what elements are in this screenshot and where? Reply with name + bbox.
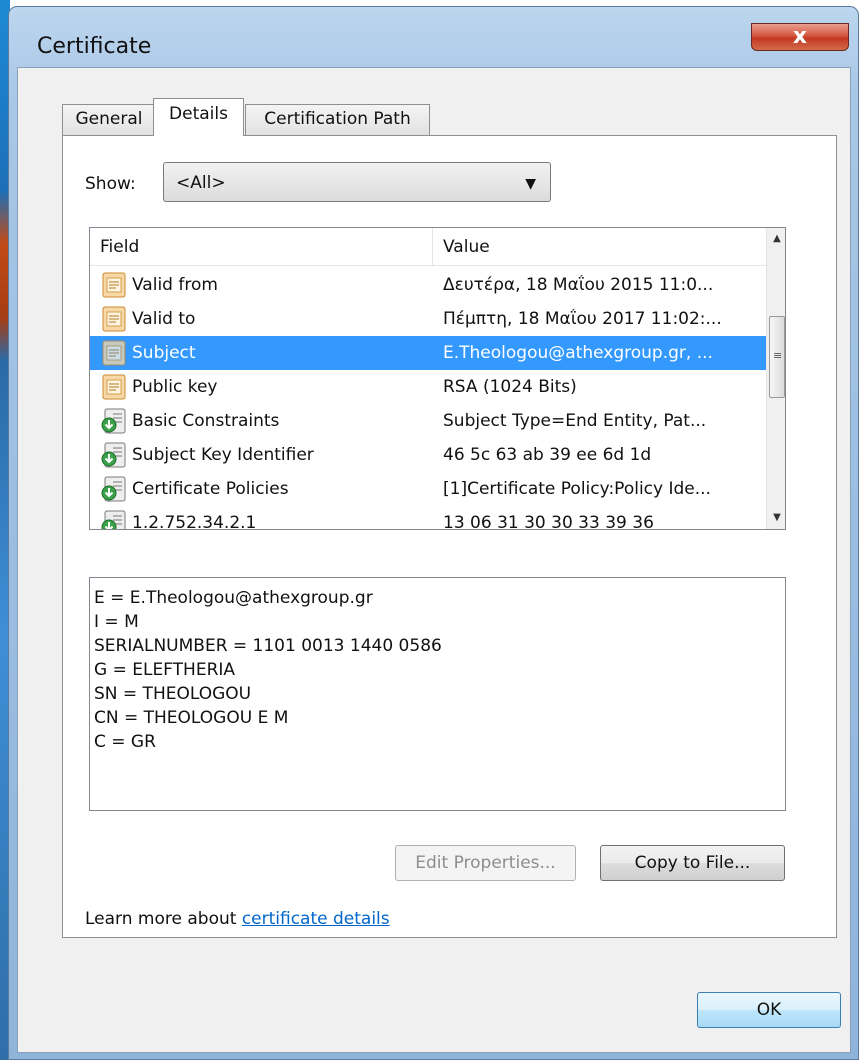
field-value-text[interactable]: E = E.Theologou@athexgroup.gr I = M SERIAL… bbox=[89, 577, 786, 811]
tab-certification-path[interactable]: Certification Path bbox=[245, 104, 430, 135]
extension-icon bbox=[100, 509, 128, 529]
list-scrollbar[interactable]: ▲ ≡ ▼ bbox=[766, 228, 785, 529]
extension-icon bbox=[100, 441, 128, 469]
window-title: Certificate bbox=[37, 34, 152, 59]
show-label: Show: bbox=[85, 174, 136, 194]
table-row[interactable]: Public key RSA (1024 Bits) bbox=[90, 370, 766, 404]
detail-line: E = E.Theologou@athexgroup.gr bbox=[94, 588, 373, 608]
document-icon bbox=[100, 339, 128, 367]
table-row[interactable]: Certificate Policies [1]Certificate Polic… bbox=[90, 472, 766, 506]
row-field: Subject Key Identifier bbox=[132, 445, 314, 465]
field-list[interactable]: Field Value Valid from Δευτέρα, 18 Μαΐου … bbox=[89, 227, 786, 530]
row-value: RSA (1024 Bits) bbox=[443, 377, 577, 397]
copy-to-file-button[interactable]: Copy to File... bbox=[600, 845, 785, 881]
row-value: [1]Certificate Policy:Policy Ide... bbox=[443, 479, 711, 499]
certificate-details-link[interactable]: certificate details bbox=[242, 909, 390, 929]
edit-properties-button[interactable]: Edit Properties... bbox=[395, 845, 576, 881]
extension-icon bbox=[100, 475, 128, 503]
row-field: 1.2.752.34.2.1 bbox=[132, 513, 257, 530]
dialog-client-area: General Details Certification Path Show:… bbox=[17, 67, 851, 1053]
scrollbar-thumb[interactable]: ≡ bbox=[769, 316, 785, 398]
extension-icon bbox=[100, 407, 128, 435]
tab-details[interactable]: Details bbox=[153, 98, 244, 136]
table-row[interactable]: Valid to Πέμπτη, 18 Μαΐου 2017 11:02:... bbox=[90, 302, 766, 336]
row-value: E.Theologou@athexgroup.gr, ... bbox=[443, 343, 713, 363]
row-field: Certificate Policies bbox=[132, 479, 289, 499]
detail-line: SN = THEOLOGOU bbox=[94, 684, 252, 704]
column-header-field[interactable]: Field bbox=[90, 228, 433, 266]
chevron-down-icon: ▼ bbox=[525, 176, 536, 192]
column-header-value[interactable]: Value bbox=[433, 228, 766, 266]
certificate-window: Certificate x General Details Certificat… bbox=[8, 6, 859, 1060]
row-value: Δευτέρα, 18 Μαΐου 2015 11:0... bbox=[443, 275, 714, 295]
table-row[interactable]: 1.2.752.34.2.1 13 06 31 30 30 33 39 36 bbox=[90, 506, 766, 530]
row-value: 13 06 31 30 30 33 39 36 bbox=[443, 513, 654, 530]
table-row[interactable]: Subject Key Identifier 46 5c 63 ab 39 ee … bbox=[90, 438, 766, 472]
document-icon bbox=[100, 373, 128, 401]
scroll-up-icon[interactable]: ▲ bbox=[767, 228, 785, 250]
grip-icon: ≡ bbox=[773, 349, 783, 362]
row-field: Valid to bbox=[132, 309, 196, 329]
list-rows: Valid from Δευτέρα, 18 Μαΐου 2015 11:0...… bbox=[90, 268, 766, 530]
learn-more-text: Learn more about certificate details bbox=[85, 909, 390, 929]
show-dropdown-value: <All> bbox=[176, 173, 226, 193]
row-field: Public key bbox=[132, 377, 218, 397]
detail-line: CN = THEOLOGOU E M bbox=[94, 708, 289, 728]
row-field: Valid from bbox=[132, 275, 218, 295]
detail-line: SERIALNUMBER = 1101 0013 1440 0586 bbox=[94, 636, 442, 656]
ok-button[interactable]: OK bbox=[697, 992, 841, 1028]
table-row[interactable]: Basic Constraints Subject Type=End Entity… bbox=[90, 404, 766, 438]
show-dropdown[interactable]: <All> ▼ bbox=[163, 162, 551, 202]
detail-line: G = ELEFTHERIA bbox=[94, 660, 236, 680]
row-value: Πέμπτη, 18 Μαΐου 2017 11:02:... bbox=[443, 309, 722, 329]
row-field: Basic Constraints bbox=[132, 411, 280, 431]
list-header: Field Value bbox=[90, 228, 766, 266]
table-row[interactable]: Valid from Δευτέρα, 18 Μαΐου 2015 11:0... bbox=[90, 268, 766, 302]
row-value: Subject Type=End Entity, Pat... bbox=[443, 411, 707, 431]
details-panel: Show: <All> ▼ Field Value Valid from Δευτ… bbox=[62, 135, 837, 938]
tab-general[interactable]: General bbox=[62, 104, 156, 135]
detail-line: I = M bbox=[94, 612, 139, 632]
learn-more-prefix: Learn more about bbox=[85, 909, 242, 929]
table-row[interactable]: Subject E.Theologou@athexgroup.gr, ... bbox=[90, 336, 766, 370]
row-value: 46 5c 63 ab 39 ee 6d 1d bbox=[443, 445, 652, 465]
scroll-down-icon[interactable]: ▼ bbox=[767, 507, 785, 529]
row-field: Subject bbox=[132, 343, 196, 363]
close-button[interactable]: x bbox=[751, 23, 849, 51]
document-icon bbox=[100, 271, 128, 299]
document-icon bbox=[100, 305, 128, 333]
detail-line: C = GR bbox=[94, 732, 156, 752]
